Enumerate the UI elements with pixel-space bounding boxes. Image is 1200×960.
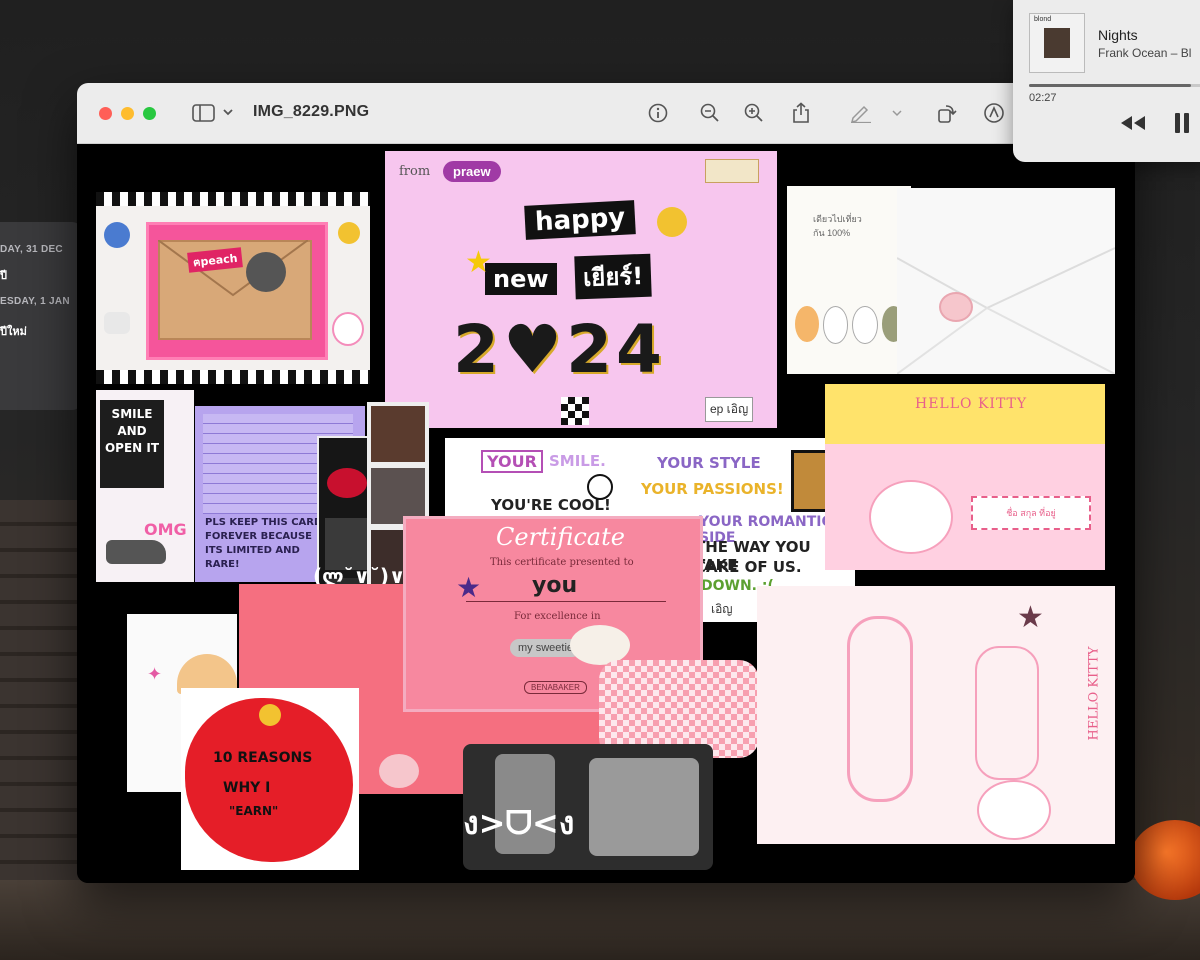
omg-text: OMG xyxy=(144,520,187,539)
certificate-title: Certificate xyxy=(496,523,625,551)
compliment-item: SMILE. xyxy=(549,452,606,470)
hello-kitty-sticker xyxy=(977,780,1051,840)
reasons-line1: 10 REASONS xyxy=(213,750,313,766)
close-button[interactable] xyxy=(99,107,112,120)
info-icon[interactable] xyxy=(646,101,670,125)
rewind-icon[interactable] xyxy=(1119,114,1147,137)
star-sticker: ★ xyxy=(1017,601,1044,634)
certificate-name: you xyxy=(532,573,578,598)
card-from: from xyxy=(399,164,431,179)
window-titlebar[interactable]: IMG_8229.PNG xyxy=(77,83,1135,144)
calendar-widget[interactable]: DAY, 31 DEC ปี ESDAY, 1 JAN ปีใหม่ xyxy=(0,222,82,410)
compliment-item: YOU'RE COOL! xyxy=(491,496,611,514)
track-artist: Frank Ocean – Bl xyxy=(1098,46,1192,60)
certificate-brand: BENABAKER xyxy=(524,681,587,694)
heart-seal-sticker xyxy=(939,292,973,322)
track-title: Nights xyxy=(1098,27,1138,43)
compliment-item: YOUR STYLE xyxy=(657,454,761,472)
progress-track[interactable] xyxy=(1029,84,1200,87)
zoom-button[interactable] xyxy=(143,107,156,120)
hello-kitty-letter: HELLO KITTY ★ xyxy=(757,586,1115,844)
kaomoji-text: ง>ᗜ<ง xyxy=(463,804,575,842)
desktop-wallpaper-ground xyxy=(0,880,1200,960)
bear-sticker xyxy=(379,754,419,788)
chevron-down-icon[interactable] xyxy=(889,101,905,125)
cinnamoroll-sticker xyxy=(570,625,630,665)
envelope-card: ฅpeach xyxy=(96,192,370,384)
card-word-happy: happy xyxy=(524,200,637,240)
calendar-event[interactable]: ปีใหม่ xyxy=(0,322,76,340)
compliment-item: YOUR xyxy=(481,450,543,473)
compliment-signature: เอิญ xyxy=(711,602,733,616)
sidebar-icon[interactable] xyxy=(191,101,237,125)
smile-open-card: SMILE AND OPEN IT OMG xyxy=(96,390,194,582)
certificate-presented: This certificate presented to xyxy=(490,557,634,568)
markup-circle-icon[interactable] xyxy=(982,101,1006,125)
white-envelope xyxy=(897,188,1115,374)
calendar-date: DAY, 31 DEC xyxy=(0,244,63,255)
compliment-item: CARE OF US. xyxy=(695,558,802,576)
kaomoji-card: ง>ᗜ<ง xyxy=(463,744,713,870)
small-note-card: เดียวไปเที่ยวกัน 100% xyxy=(787,186,911,374)
hello-kitty-letter-brand: HELLO KITTY xyxy=(1086,646,1102,741)
cat-sticker xyxy=(246,252,286,292)
zoom-in-icon[interactable] xyxy=(742,101,766,125)
hello-kitty-brand: HELLO KITTY xyxy=(915,396,1028,412)
compliment-item: YOUR PASSIONS! xyxy=(641,480,784,498)
hello-kitty-sticker xyxy=(869,480,953,554)
panda-sticker xyxy=(587,474,613,500)
reasons-card: 10 REASONS WHY I "EARN" xyxy=(181,688,359,870)
new-year-card: from praew happy new เยียร์! 2♥24 ★ ep เ… xyxy=(385,151,777,428)
progress-fill xyxy=(1029,84,1191,87)
reasons-line3: "EARN" xyxy=(229,804,279,818)
small-note-text: เดียวไปเที่ยวกัน 100% xyxy=(813,214,862,238)
card-year: 2♥24 xyxy=(453,311,666,388)
shoe-sticker xyxy=(106,540,166,564)
open-card-line2: AND xyxy=(117,424,147,438)
album-label: blond xyxy=(1034,16,1052,23)
card-word-year: เยียร์! xyxy=(574,253,652,300)
hello-kitty-envelope: HELLO KITTY ชื่อ สกุล ที่อยู่ xyxy=(825,384,1105,570)
reasons-line2: WHY I xyxy=(223,780,271,796)
share-icon[interactable] xyxy=(789,101,813,125)
card-word-new: new xyxy=(485,263,557,295)
smiley-sticker xyxy=(657,207,687,237)
window-title: IMG_8229.PNG xyxy=(253,103,370,120)
star-sticker: ★ xyxy=(465,246,492,279)
image-canvas[interactable]: ฅpeach from praew happy new เยียร์! 2♥24… xyxy=(77,144,1135,883)
zoom-out-icon[interactable] xyxy=(698,101,722,125)
open-card-line3: OPEN IT xyxy=(104,441,160,455)
calendar-event[interactable]: ปี xyxy=(0,266,76,284)
calendar-date: ESDAY, 1 JAN xyxy=(0,296,70,307)
elapsed-time: 02:27 xyxy=(1029,92,1057,104)
open-card-line1: SMILE xyxy=(111,407,153,421)
letter-note: PLS KEEP THIS CARD FOREVER BECAUSE ITS L… xyxy=(205,517,323,570)
star-sticker: ★ xyxy=(456,572,482,603)
minimize-button[interactable] xyxy=(121,107,134,120)
certificate-excellence: For excellence in xyxy=(514,611,601,622)
card-sender: praew xyxy=(443,161,501,182)
pause-icon[interactable] xyxy=(1173,112,1191,139)
address-label: ชื่อ สกุล ที่อยู่ xyxy=(971,496,1091,530)
rotate-icon[interactable] xyxy=(935,101,959,125)
album-art[interactable]: blond xyxy=(1029,13,1085,73)
smiley-sticker xyxy=(259,704,281,726)
card-signature: ep เอิญ xyxy=(705,397,754,422)
now-playing-widget[interactable]: blond Nights Frank Ocean – Bl 02:27 xyxy=(1013,0,1200,162)
pencil-icon[interactable] xyxy=(849,101,873,125)
preview-window: IMG_8229.PNG ฅpeach from praew happy new… xyxy=(77,83,1135,883)
